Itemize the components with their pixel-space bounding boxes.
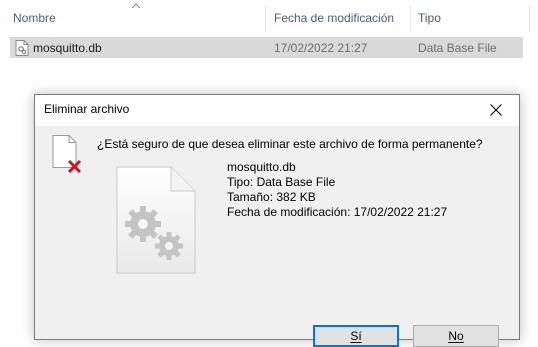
detail-filename: mosquitto.db: [227, 160, 296, 174]
close-button[interactable]: [475, 95, 519, 126]
yes-button-label: Sí: [350, 329, 362, 343]
column-divider[interactable]: [265, 6, 266, 32]
close-icon: [490, 104, 502, 116]
detail-type: Tipo: Data Base File: [227, 175, 336, 189]
column-header: Nombre Fecha de modificación Tipo: [0, 0, 538, 36]
column-divider[interactable]: [529, 6, 530, 32]
delete-x-icon: [52, 135, 82, 174]
no-button-label: No: [448, 329, 464, 343]
dialog-body: ¿Está seguro de que desea eliminar este …: [35, 126, 519, 347]
file-type: Data Base File: [418, 41, 497, 55]
file-row[interactable]: mosquitto.db 17/02/2022 21:27 Data Base …: [10, 37, 523, 58]
file-icon: [15, 40, 29, 56]
file-name: mosquitto.db: [33, 41, 102, 55]
confirm-question: ¿Está seguro de que desea eliminar este …: [97, 137, 483, 151]
dialog-titlebar[interactable]: Eliminar archivo: [35, 95, 519, 126]
gear-file-icon: [116, 166, 196, 274]
dialog-title: Eliminar archivo: [44, 102, 130, 116]
column-name[interactable]: Nombre: [13, 11, 56, 25]
file-date: 17/02/2022 21:27: [274, 41, 368, 55]
column-type[interactable]: Tipo: [418, 11, 441, 25]
file-details: mosquitto.db Tipo: Data Base File Tamaño…: [227, 160, 447, 220]
sort-up-icon: [131, 3, 141, 9]
delete-file-dialog: Eliminar archivo ¿Está seguro de que des…: [34, 94, 520, 347]
column-date[interactable]: Fecha de modificación: [274, 11, 394, 25]
detail-size: Tamaño: 382 KB: [227, 190, 316, 204]
column-divider[interactable]: [410, 6, 411, 32]
detail-date: Fecha de modificación: 17/02/2022 21:27: [227, 205, 448, 219]
